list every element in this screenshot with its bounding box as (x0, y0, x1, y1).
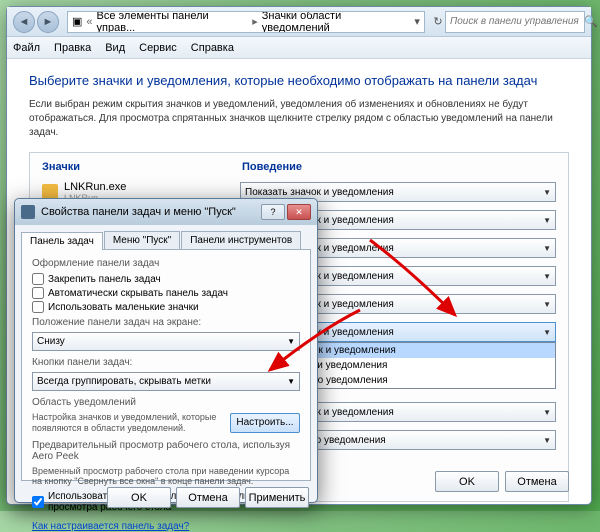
column-header-icons: Значки (42, 161, 242, 173)
breadcrumb-dropdown-icon[interactable]: ▾ (410, 15, 424, 28)
taskbar-properties-dialog: Свойства панели задач и меню "Пуск" ? ✕ … (14, 198, 318, 503)
label-buttons: Кнопки панели задач: (32, 357, 300, 368)
chevron-right-icon: ▸ (252, 15, 258, 28)
menubar: Файл Правка Вид Сервис Справка (7, 37, 591, 59)
menu-help[interactable]: Справка (191, 42, 234, 54)
search-input[interactable] (446, 16, 584, 27)
label-position: Положение панели задач на экране: (32, 317, 300, 328)
breadcrumb-root-icon: ▣ (72, 15, 82, 28)
props-apply-button[interactable]: Применить (245, 487, 309, 508)
section-notification: Область уведомлений (32, 397, 300, 408)
notification-text: Настройка значков и уведомлений, которые… (32, 412, 222, 434)
breadcrumb-item-2[interactable]: Значки области уведомлений (262, 11, 410, 33)
aero-description: Временный просмотр рабочего стола при на… (32, 466, 300, 488)
combo-position[interactable]: Снизу▼ (32, 332, 300, 351)
column-header-behavior: Поведение (242, 161, 556, 173)
cp-titlebar: ◄ ► ▣ « Все элементы панели управ... ▸ З… (7, 7, 591, 37)
checkbox-aero-peek[interactable] (32, 496, 44, 508)
props-ok-button[interactable]: OK (107, 487, 171, 508)
help-link[interactable]: Как настраивается панель задач? (32, 521, 189, 532)
search-icon: 🔍 (584, 15, 598, 28)
tab-toolbars[interactable]: Панели инструментов (181, 231, 301, 249)
page-heading: Выберите значки и уведомления, которые н… (29, 73, 569, 88)
checkbox-small-icons[interactable] (32, 301, 44, 313)
menu-file[interactable]: Файл (13, 42, 40, 54)
help-button[interactable]: ? (261, 204, 285, 220)
cancel-button[interactable]: Отмена (505, 471, 569, 492)
refresh-button[interactable]: ↻ (431, 15, 445, 28)
breadcrumb[interactable]: ▣ « Все элементы панели управ... ▸ Значк… (67, 11, 425, 33)
chevron-down-icon: ▼ (287, 377, 295, 386)
tab-taskbar[interactable]: Панель задач (21, 232, 103, 250)
menu-service[interactable]: Сервис (139, 42, 177, 54)
page-description: Если выбран режим скрытия значков и увед… (29, 98, 569, 140)
app-name: LNKRun.exe (64, 181, 240, 193)
search-box[interactable]: 🔍 (445, 11, 585, 33)
menu-edit[interactable]: Правка (54, 42, 91, 54)
nav-back-button[interactable]: ◄ (13, 11, 35, 33)
dialog-titlebar[interactable]: Свойства панели задач и меню "Пуск" ? ✕ (15, 199, 317, 225)
tab-body: Оформление панели задач Закрепить панель… (21, 249, 311, 481)
combo-buttons[interactable]: Всегда группировать, скрывать метки▼ (32, 372, 300, 391)
label-lock: Закрепить панель задач (48, 274, 161, 285)
ok-button[interactable]: OK (435, 471, 499, 492)
chevron-down-icon: ▼ (543, 188, 551, 197)
breadcrumb-item-1[interactable]: Все элементы панели управ... (97, 11, 249, 33)
props-cancel-button[interactable]: Отмена (176, 487, 240, 508)
tab-start-menu[interactable]: Меню "Пуск" (104, 231, 180, 249)
section-aero: Предварительный просмотр рабочего стола,… (32, 440, 300, 462)
section-design: Оформление панели задач (32, 258, 300, 269)
customize-button[interactable]: Настроить... (230, 413, 300, 433)
label-small-icons: Использовать маленькие значки (48, 302, 199, 313)
tab-strip: Панель задач Меню "Пуск" Панели инструме… (21, 231, 311, 249)
nav-forward-button[interactable]: ► (37, 11, 59, 33)
checkbox-lock[interactable] (32, 273, 44, 285)
label-autohide: Автоматически скрывать панель задач (48, 288, 228, 299)
chevron-down-icon: ▼ (287, 337, 295, 346)
menu-view[interactable]: Вид (105, 42, 125, 54)
close-button[interactable]: ✕ (287, 204, 311, 220)
taskbar-icon (21, 205, 35, 219)
dialog-title: Свойства панели задач и меню "Пуск" (41, 206, 261, 218)
checkbox-autohide[interactable] (32, 287, 44, 299)
